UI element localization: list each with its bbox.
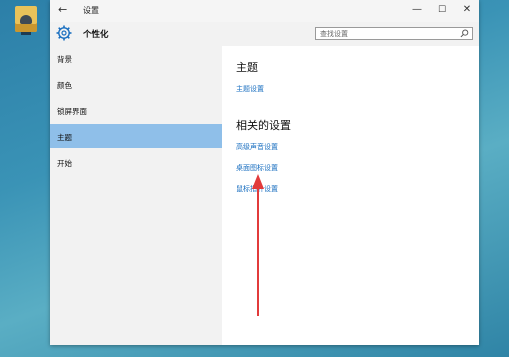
user-folder-image	[15, 6, 37, 32]
search-box[interactable]	[315, 27, 473, 40]
sidebar-item-colors[interactable]: 颜色	[50, 72, 222, 96]
sidebar: 背景 颜色 锁屏界面 主题 开始	[50, 46, 222, 345]
sidebar-item-start[interactable]: 开始	[50, 150, 222, 174]
sidebar-item-label: 主题	[57, 133, 72, 142]
sidebar-item-background[interactable]: 背景	[50, 46, 222, 70]
gear-icon	[56, 25, 72, 41]
theme-settings-link[interactable]: 主题设置	[236, 84, 264, 94]
minimize-button[interactable]: —	[407, 2, 427, 18]
sidebar-item-label: 背景	[57, 55, 72, 64]
settings-window: ← 设置 — ☐ ✕ 个性化 背景	[50, 0, 479, 345]
sidebar-item-label: 开始	[57, 159, 72, 168]
sidebar-item-label: 颜色	[57, 81, 72, 90]
mouse-pointer-settings-link[interactable]: 鼠标指针设置	[236, 184, 278, 194]
title-bar: ← 设置 — ☐ ✕	[50, 0, 479, 22]
page-title: 个性化	[83, 30, 109, 40]
watermark-logo: Bai经验	[387, 303, 447, 323]
desktop-icon-label	[21, 32, 31, 35]
advanced-sound-settings-link[interactable]: 高级声音设置	[236, 142, 278, 152]
related-settings-heading: 相关的设置	[236, 119, 291, 132]
close-button[interactable]: ✕	[457, 2, 477, 18]
main-content: 主题 主题设置 相关的设置 高级声音设置 桌面图标设置 鼠标指针设置	[222, 46, 479, 345]
sidebar-item-lock-screen[interactable]: 锁屏界面	[50, 98, 222, 122]
desktop-user-folder-icon[interactable]	[8, 4, 42, 42]
maximize-button[interactable]: ☐	[432, 2, 452, 18]
search-input[interactable]	[316, 28, 460, 39]
theme-heading: 主题	[236, 61, 258, 74]
sidebar-item-themes[interactable]: 主题	[50, 124, 222, 148]
back-arrow-icon[interactable]: ←	[58, 3, 67, 16]
window-title: 设置	[83, 6, 99, 15]
sidebar-item-label: 锁屏界面	[57, 107, 87, 116]
search-icon[interactable]	[460, 29, 469, 38]
page-header: 个性化	[50, 22, 479, 46]
desktop-icon-settings-link[interactable]: 桌面图标设置	[236, 163, 278, 173]
